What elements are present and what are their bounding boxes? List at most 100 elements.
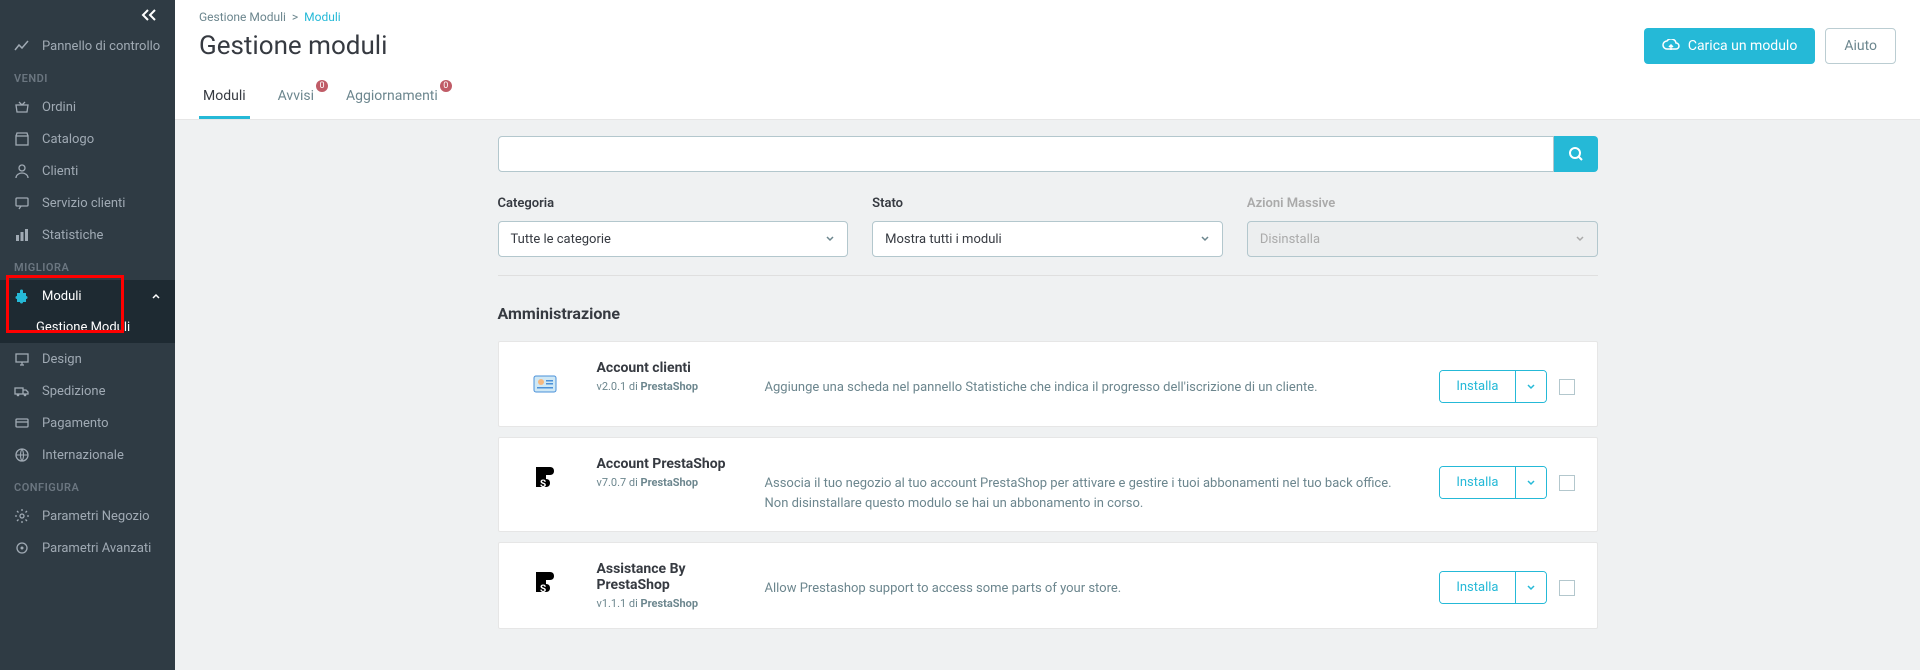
sidebar-collapse-toggle[interactable] [0, 0, 175, 30]
tab-aggiornamenti[interactable]: Aggiornamenti 0 [342, 76, 442, 119]
sidebar-item-parametri-avanzati[interactable]: Parametri Avanzati [0, 532, 175, 564]
module-version: v7.0.7 di PrestaShop [597, 476, 737, 489]
content-body: Categoria Tutte le categorie Stato Mostr… [175, 120, 1920, 670]
sidebar-item-dashboard[interactable]: Pannello di controllo [0, 30, 175, 62]
truck-icon [14, 383, 30, 399]
sidebar-item-label: Parametri Negozio [42, 509, 150, 524]
help-button[interactable]: Aiuto [1825, 28, 1896, 64]
search-bar [498, 136, 1598, 172]
module-name: Assistance By PrestaShop [597, 561, 737, 593]
category-select[interactable]: Tutte le categorie [498, 221, 849, 257]
install-button[interactable]: Installa [1440, 467, 1514, 498]
chat-icon [14, 195, 30, 211]
badge: 0 [316, 80, 328, 92]
svg-text:S: S [540, 479, 546, 490]
chevron-down-icon [1575, 234, 1585, 244]
monitor-icon [14, 351, 30, 367]
sidebar-item-servizio[interactable]: Servizio clienti [0, 187, 175, 219]
sidebar-item-statistiche[interactable]: Statistiche [0, 219, 175, 251]
module-name: Account PrestaShop [597, 456, 737, 472]
module-version: v2.0.1 di PrestaShop [597, 380, 737, 393]
sidebar-item-design[interactable]: Design [0, 343, 175, 375]
puzzle-icon [14, 288, 30, 304]
basket-icon [14, 99, 30, 115]
module-description: Aggiunge una scheda nel pannello Statist… [765, 360, 1412, 398]
module-checkbox[interactable] [1559, 475, 1575, 491]
sidebar-item-parametri-negozio[interactable]: Parametri Negozio [0, 500, 175, 532]
install-button-group: Installa [1439, 466, 1546, 499]
sidebar-item-clienti[interactable]: Clienti [0, 155, 175, 187]
badge: 0 [440, 80, 452, 92]
sidebar-subitem-label: Gestione Moduli [36, 320, 130, 335]
filter-category-label: Categoria [498, 196, 849, 211]
state-select[interactable]: Mostra tutti i moduli [872, 221, 1223, 257]
trending-up-icon [14, 38, 30, 54]
module-checkbox[interactable] [1559, 580, 1575, 596]
module-icon [521, 360, 569, 408]
sidebar-item-pagamento[interactable]: Pagamento [0, 407, 175, 439]
install-dropdown-toggle[interactable] [1515, 467, 1546, 498]
sidebar-item-label: Design [42, 352, 82, 367]
sidebar-section-migliora: MIGLIORA [0, 251, 175, 280]
page-title: Gestione moduli [199, 31, 387, 61]
svg-text:S: S [540, 584, 546, 595]
sidebar-item-internazionale[interactable]: Internazionale [0, 439, 175, 471]
module-version: v1.1.1 di PrestaShop [597, 597, 737, 610]
module-name: Account clienti [597, 360, 737, 376]
tab-moduli[interactable]: Moduli [199, 76, 250, 119]
filter-state-label: Stato [872, 196, 1223, 211]
sidebar-item-label: Clienti [42, 164, 78, 179]
module-card: S Account PrestaShop v7.0.7 di PrestaSho… [498, 437, 1598, 532]
search-button[interactable] [1554, 136, 1598, 172]
gear-icon [14, 508, 30, 524]
sidebar-item-catalogo[interactable]: Catalogo [0, 123, 175, 155]
chevron-up-icon [151, 291, 161, 301]
bulk-select: Disinstalla [1247, 221, 1598, 257]
module-card: Account clienti v2.0.1 di PrestaShop Agg… [498, 341, 1598, 427]
sidebar-item-label: Pagamento [42, 416, 109, 431]
chart-bar-icon [14, 227, 30, 243]
globe-icon [14, 447, 30, 463]
main-content: Gestione Moduli > Moduli Gestione moduli… [175, 0, 1920, 670]
tab-avvisi[interactable]: Avvisi 0 [274, 76, 318, 119]
sidebar-subitem-gestione-moduli[interactable]: Gestione Moduli [0, 312, 175, 343]
cloud-upload-icon [1662, 39, 1680, 53]
section-title: Amministrazione [498, 304, 1598, 323]
sidebar-item-spedizione[interactable]: Spedizione [0, 375, 175, 407]
sidebar-item-moduli[interactable]: Moduli [0, 280, 175, 312]
install-button-group: Installa [1439, 370, 1546, 403]
sidebar-item-label: Servizio clienti [42, 196, 125, 211]
sidebar-item-label: Parametri Avanzati [42, 541, 151, 556]
module-icon: S [521, 456, 569, 504]
module-checkbox[interactable] [1559, 379, 1575, 395]
install-button-group: Installa [1439, 571, 1546, 604]
sidebar-item-ordini[interactable]: Ordini [0, 91, 175, 123]
sidebar: Pannello di controllo VENDI Ordini Catal… [0, 0, 175, 670]
page-header: Gestione Moduli > Moduli Gestione moduli… [175, 0, 1920, 120]
module-card: S Assistance By PrestaShop v1.1.1 di Pre… [498, 542, 1598, 629]
install-dropdown-toggle[interactable] [1515, 371, 1546, 402]
gear-advanced-icon [14, 540, 30, 556]
breadcrumb: Gestione Moduli > Moduli [199, 10, 1896, 24]
tabs: Moduli Avvisi 0 Aggiornamenti 0 [199, 76, 1896, 119]
install-button[interactable]: Installa [1440, 371, 1514, 402]
user-icon [14, 163, 30, 179]
sidebar-item-label: Statistiche [42, 228, 103, 243]
divider [498, 275, 1598, 276]
install-dropdown-toggle[interactable] [1515, 572, 1546, 603]
chevron-down-icon [1200, 234, 1210, 244]
filter-bulk-label: Azioni Massive [1247, 196, 1598, 211]
sidebar-section-configura: CONFIGURA [0, 471, 175, 500]
sidebar-item-label: Moduli [42, 289, 82, 304]
upload-module-button[interactable]: Carica un modulo [1644, 28, 1815, 64]
search-icon [1568, 146, 1584, 162]
search-input[interactable] [498, 136, 1554, 172]
install-button[interactable]: Installa [1440, 572, 1514, 603]
module-description: Associa il tuo negozio al tuo account Pr… [765, 456, 1412, 513]
chevron-down-icon [825, 234, 835, 244]
module-description: Allow Prestashop support to access some … [765, 561, 1412, 599]
sidebar-section-vendi: VENDI [0, 62, 175, 91]
breadcrumb-current[interactable]: Moduli [304, 10, 341, 24]
sidebar-item-label: Ordini [42, 100, 76, 115]
module-icon: S [521, 561, 569, 609]
